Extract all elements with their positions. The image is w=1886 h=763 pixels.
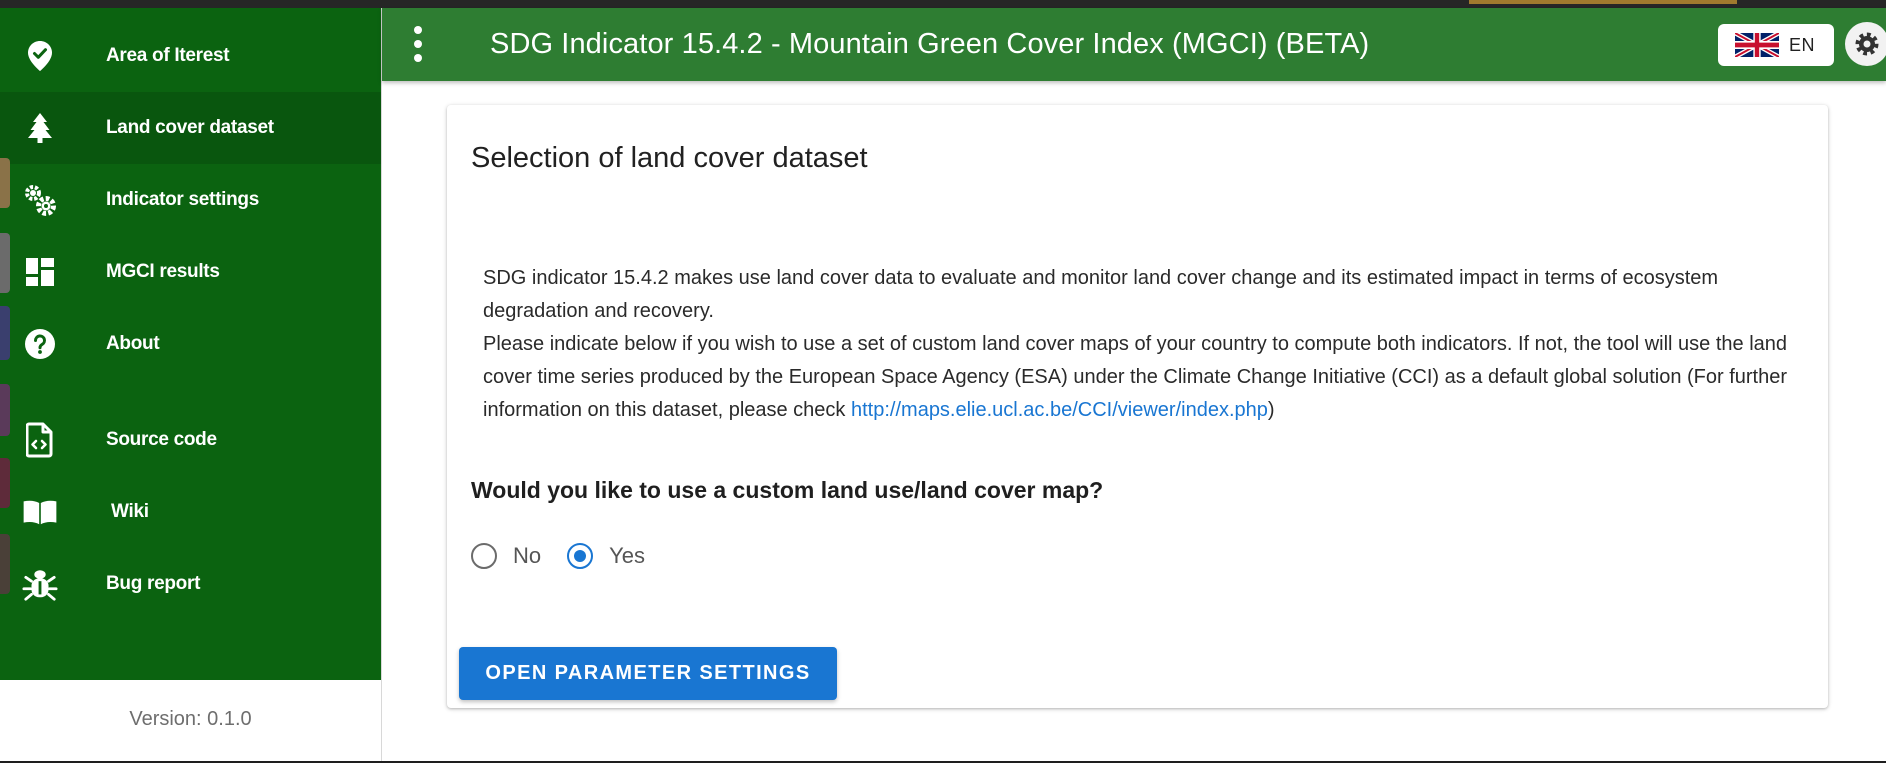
edge-tab: [0, 534, 10, 594]
sidebar-item-label: Source code: [106, 429, 217, 450]
card-title: Selection of land cover dataset: [471, 142, 868, 174]
map-check-icon: [22, 38, 58, 74]
sidebar-item-land-cover-dataset[interactable]: Land cover dataset: [0, 92, 381, 164]
browser-top-strip: [0, 0, 1886, 8]
sidebar-item-label: MGCI results: [106, 261, 220, 282]
radio-yes[interactable]: Yes: [567, 543, 645, 569]
sidebar-item-label: Area of Iterest: [106, 45, 230, 66]
bug-icon: [22, 566, 58, 602]
book-open-icon: [22, 494, 58, 530]
version-label: Version: 0.1.0: [129, 708, 252, 730]
app-header: SDG Indicator 15.4.2 - Mountain Green Co…: [382, 8, 1886, 81]
cogs-icon: [22, 182, 58, 218]
description: SDG indicator 15.4.2 makes use land cove…: [483, 262, 1813, 427]
file-code-icon: [22, 422, 58, 458]
more-menu-icon[interactable]: [410, 26, 426, 62]
sidebar-item-source-code[interactable]: Source code: [0, 404, 381, 476]
app-title: SDG Indicator 15.4.2 - Mountain Green Co…: [490, 28, 1370, 60]
sidebar-item-label: About: [106, 333, 160, 354]
custom-map-question: Would you like to use a custom land use/…: [471, 477, 1104, 503]
custom-map-radio-group: No Yes: [471, 536, 671, 576]
help-circle-icon: [22, 326, 58, 362]
sidebar-item-label: Wiki: [111, 501, 149, 522]
dashboard-icon: [22, 254, 58, 290]
radio-circle[interactable]: [567, 543, 594, 569]
gear-icon: [1855, 32, 1879, 56]
edge-tab: [0, 458, 10, 508]
settings-button[interactable]: [1845, 22, 1886, 66]
radio-no[interactable]: No: [471, 543, 541, 569]
sidebar-item-label: Indicator settings: [106, 189, 259, 210]
language-button[interactable]: EN: [1718, 24, 1834, 66]
description-paragraph-1: SDG indicator 15.4.2 makes use land cove…: [483, 267, 1719, 322]
sidebar-item-area-of-interest[interactable]: Area of Iterest: [0, 20, 381, 92]
loading-progress-bar: [1469, 0, 1737, 4]
sidebar: Area of Iterest Land cover dataset Indic…: [0, 8, 382, 761]
app-window: Area of Iterest Land cover dataset Indic…: [0, 8, 1886, 761]
description-paragraph-2: Please indicate below if you wish to use…: [483, 328, 1813, 427]
sidebar-item-about[interactable]: About: [0, 308, 381, 380]
radio-circle[interactable]: [471, 543, 497, 569]
sidebar-item-bug-report[interactable]: Bug report: [0, 548, 381, 620]
edge-tab: [0, 306, 10, 360]
edge-tab: [0, 384, 10, 436]
cci-viewer-link[interactable]: http://maps.elie.ucl.ac.be/CCI/viewer/in…: [851, 399, 1268, 421]
pine-tree-icon: [22, 110, 58, 146]
sidebar-item-wiki[interactable]: Wiki: [0, 476, 381, 548]
uk-flag-icon: [1735, 33, 1779, 57]
sidebar-item-indicator-settings[interactable]: Indicator settings: [0, 164, 381, 236]
description-text-end: ): [1267, 399, 1275, 421]
sidebar-nav: Area of Iterest Land cover dataset Indic…: [0, 8, 381, 680]
sidebar-item-label: Land cover dataset: [106, 117, 274, 138]
sidebar-item-mgci-results[interactable]: MGCI results: [0, 236, 381, 308]
sidebar-item-label: Bug report: [106, 573, 201, 594]
radio-label: No: [513, 543, 542, 568]
language-code: EN: [1789, 34, 1816, 55]
open-parameter-settings-button[interactable]: OPEN PARAMETER SETTINGS: [459, 647, 837, 700]
edge-tab: [0, 233, 10, 293]
edge-tab: [0, 158, 10, 208]
land-cover-card: Selection of land cover dataset SDG indi…: [447, 105, 1828, 708]
radio-label: Yes: [609, 543, 646, 568]
